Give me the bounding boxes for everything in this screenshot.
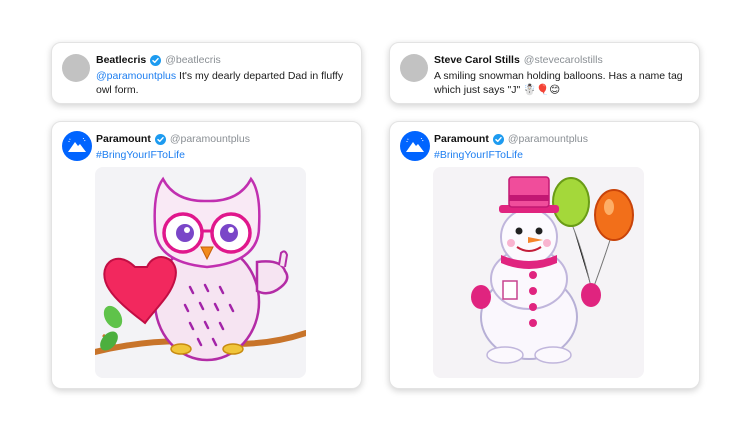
snowman-drawing-image[interactable] <box>433 167 644 378</box>
author-handle[interactable]: @paramountplus <box>170 133 250 145</box>
author-name[interactable]: Beatlecris <box>96 54 146 66</box>
author-name[interactable]: Steve Carol Stills <box>434 54 520 66</box>
tweet-card-beatlecris[interactable]: Beatlecris @beatlecris @paramountplus It… <box>51 42 362 104</box>
tweet-text: A smiling snowman holding balloons. Has … <box>434 70 683 96</box>
author-handle[interactable]: @stevecarolstills <box>524 54 603 66</box>
author-name[interactable]: Paramount <box>434 133 489 145</box>
paramount-logo-icon[interactable] <box>62 131 92 161</box>
verified-badge-icon <box>492 133 504 145</box>
paramount-logo-icon[interactable] <box>400 131 430 161</box>
hashtag-link[interactable]: #BringYourIFToLife <box>434 148 689 162</box>
author-name[interactable]: Paramount <box>96 133 151 145</box>
author-handle[interactable]: @beatlecris <box>165 54 221 66</box>
mention-link[interactable]: @paramountplus <box>96 70 176 82</box>
author-handle[interactable]: @paramountplus <box>508 133 588 145</box>
reply-card-paramount-snowman[interactable]: Paramount @paramountplus #BringYourIFToL… <box>389 121 700 389</box>
verified-badge-icon <box>154 133 166 145</box>
tweet-card-stevecarolstills[interactable]: Steve Carol Stills @stevecarolstills A s… <box>389 42 700 104</box>
hashtag-link[interactable]: #BringYourIFToLife <box>96 148 351 162</box>
verified-badge-icon <box>150 54 162 66</box>
reply-card-paramount-owl[interactable]: Paramount @paramountplus #BringYourIFToL… <box>51 121 362 389</box>
tweet-text: @paramountplus It's my dearly departed D… <box>96 69 351 97</box>
owl-drawing-image[interactable] <box>95 167 306 378</box>
avatar[interactable] <box>62 54 90 82</box>
avatar[interactable] <box>400 54 428 82</box>
